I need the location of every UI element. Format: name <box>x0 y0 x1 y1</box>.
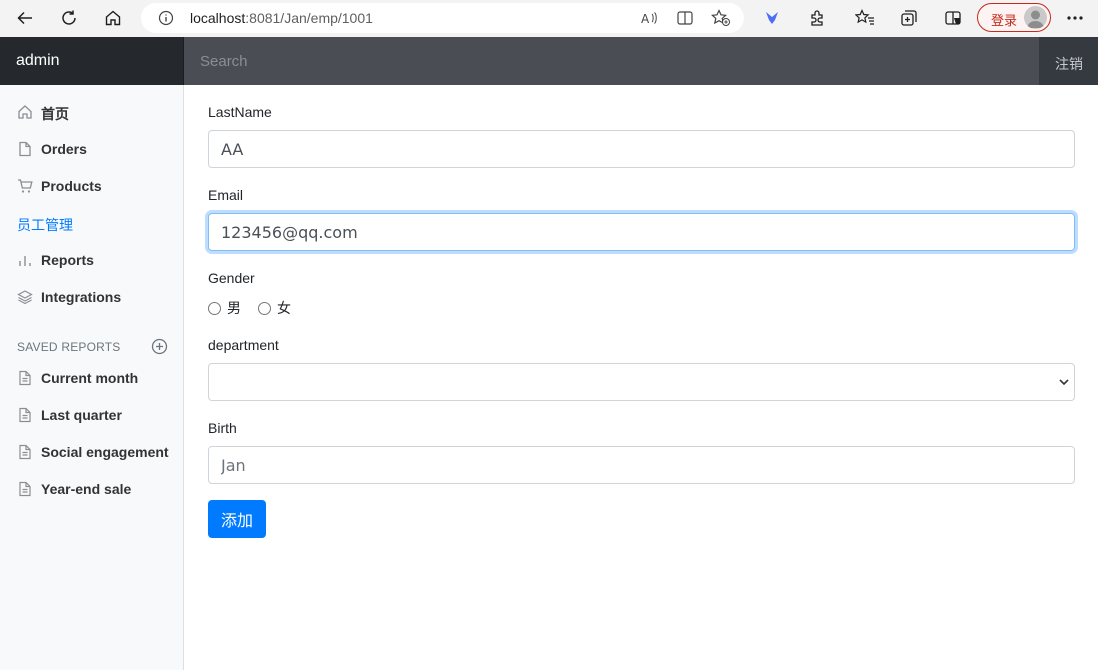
gender-female-label[interactable]: 女 <box>277 298 291 318</box>
sidebar-item-last-quarter[interactable]: Last quarter <box>0 396 184 433</box>
email-label: Email <box>208 187 244 203</box>
file-text-icon <box>19 444 31 460</box>
site-info-icon[interactable] <box>157 9 175 27</box>
gender-male-radio[interactable] <box>208 301 221 315</box>
sidebar-item-current-month[interactable]: Current month <box>0 359 184 396</box>
svg-text:A: A <box>641 12 650 26</box>
sidebar-item-label: Current month <box>41 370 139 386</box>
gender-female-radio[interactable] <box>258 301 271 315</box>
extensions-icon[interactable] <box>805 6 829 30</box>
lastname-label: LastName <box>208 104 272 120</box>
sidebar-item-employee-management[interactable]: 员工管理 <box>0 204 184 241</box>
favorite-add-icon[interactable] <box>710 8 732 28</box>
sidebar-item-label: 首页 <box>41 106 69 122</box>
home-icon <box>18 105 32 119</box>
sidebar-item-year-end-sale[interactable]: Year-end sale <box>0 470 184 507</box>
sidebar-item-label: Last quarter <box>41 407 122 423</box>
email-input[interactable] <box>208 213 1075 251</box>
search-input[interactable] <box>184 37 1039 85</box>
cart-icon <box>18 179 33 193</box>
sidebar-item-social-engagement[interactable]: Social engagement <box>0 433 184 470</box>
sidebar-item-label: Products <box>41 178 102 194</box>
sidebar-item-label: 员工管理 <box>17 217 73 233</box>
department-label: department <box>208 337 279 353</box>
brand[interactable]: admin <box>0 37 184 85</box>
sidebar-item-label: Orders <box>41 141 87 157</box>
lastname-input[interactable] <box>208 130 1075 168</box>
read-aloud-icon[interactable]: A <box>638 8 660 28</box>
url-text: localhost:8081/Jan/emp/1001 <box>190 10 373 26</box>
favorites-icon[interactable] <box>853 6 877 30</box>
refresh-icon[interactable] <box>55 5 83 31</box>
department-select[interactable] <box>208 363 1075 401</box>
address-bar[interactable]: localhost:8081/Jan/emp/1001 A <box>141 3 744 33</box>
birth-input[interactable] <box>208 446 1075 484</box>
employee-form: LastName Email Gender 男 女 department Bir… <box>184 85 1098 670</box>
birth-label: Birth <box>208 420 237 436</box>
app-navbar: admin 注销 <box>0 37 1098 85</box>
login-label: 登录 <box>991 13 1018 28</box>
extension-bird-icon[interactable] <box>760 6 784 30</box>
sidebar: 首页 Orders Products 员工管理 Reports Integrat… <box>0 85 184 670</box>
add-button[interactable]: 添加 <box>208 500 266 538</box>
sidebar-item-label: Year-end sale <box>41 481 132 497</box>
collections-icon[interactable] <box>897 6 921 30</box>
gender-male-label[interactable]: 男 <box>227 298 241 318</box>
file-text-icon <box>19 481 31 497</box>
gender-radio-group: 男 女 <box>208 298 308 318</box>
saved-reports-heading: SAVED REPORTS <box>17 340 121 354</box>
back-icon[interactable] <box>11 5 39 31</box>
home-browser-icon[interactable] <box>99 5 127 31</box>
profile-login-button[interactable]: 登录 <box>977 3 1051 32</box>
sidebar-item-label: Reports <box>41 252 94 268</box>
more-menu-icon[interactable] <box>1063 6 1087 30</box>
sidebar-item-home[interactable]: 首页 <box>0 93 184 130</box>
file-text-icon <box>19 407 31 423</box>
sidebar-item-integrations[interactable]: Integrations <box>0 278 184 315</box>
sidebar-item-reports[interactable]: Reports <box>0 241 184 278</box>
bar-chart-icon <box>19 256 31 266</box>
avatar <box>1024 6 1047 29</box>
sidebar-item-products[interactable]: Products <box>0 167 184 204</box>
chevron-down-icon <box>1059 379 1069 386</box>
sidebar-item-label: Social engagement <box>41 444 169 460</box>
signout-link[interactable]: 注销 <box>1039 37 1098 85</box>
gender-label: Gender <box>208 270 255 286</box>
sidebar-item-label: Integrations <box>41 289 122 305</box>
browser-toolbar: localhost:8081/Jan/emp/1001 A 登录 <box>0 0 1098 37</box>
layers-icon <box>17 290 33 305</box>
file-text-icon <box>19 370 31 386</box>
split-screen-icon[interactable] <box>674 8 696 28</box>
browser-essentials-icon[interactable] <box>941 6 965 30</box>
sidebar-item-orders[interactable]: Orders <box>0 130 184 167</box>
file-icon <box>19 141 31 157</box>
plus-circle-icon[interactable] <box>151 338 168 355</box>
